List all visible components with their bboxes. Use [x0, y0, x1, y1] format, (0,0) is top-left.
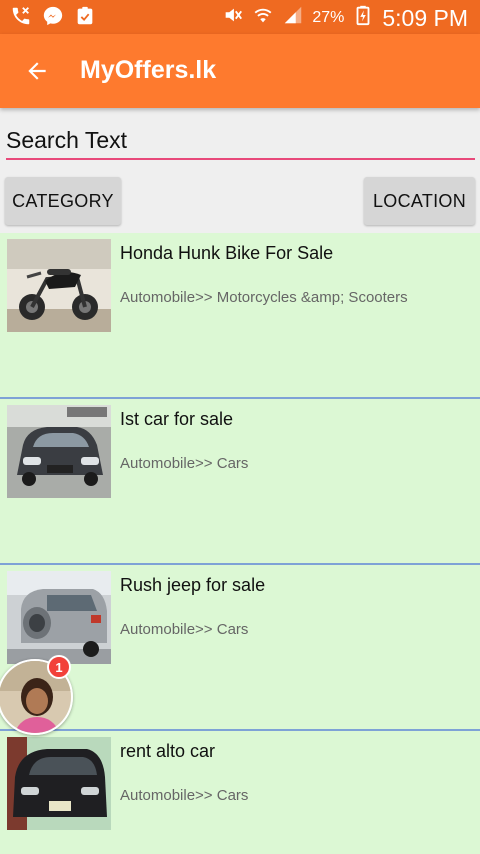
category-button[interactable]: CATEGORY [5, 177, 121, 225]
app-title: MyOffers.lk [80, 56, 217, 84]
list-item[interactable]: Ist car for sale Automobile>> Cars [0, 399, 480, 565]
missed-call-icon [10, 5, 32, 32]
listing-title: Ist car for sale [120, 409, 234, 429]
listing-title: rent alto car [120, 741, 216, 761]
location-button[interactable]: LOCATION [364, 177, 475, 225]
chat-head-bubble[interactable]: 1 [0, 655, 75, 737]
app-bar: MyOffers.lk [0, 34, 480, 108]
offers-list: Honda Hunk Bike For Sale Automobile>> Mo… [0, 233, 480, 854]
search-input[interactable] [6, 118, 475, 158]
listing-thumbnail [7, 571, 111, 664]
listing-thumbnail [7, 239, 111, 332]
listing-thumbnail [7, 405, 111, 498]
status-bar: 27% 5:09 PM [0, 0, 480, 34]
signal-icon [282, 4, 304, 32]
listing-title: Rush jeep for sale [120, 575, 266, 595]
back-arrow-icon[interactable] [24, 58, 50, 84]
search-underline [6, 158, 475, 160]
status-time: 5:09 PM [382, 4, 468, 31]
wifi-icon [252, 4, 274, 32]
listing-category: Automobile>> Cars [120, 455, 249, 472]
battery-percent: 27% [312, 9, 345, 26]
list-item[interactable]: Honda Hunk Bike For Sale Automobile>> Mo… [0, 233, 480, 399]
listing-category: Automobile>> Cars [120, 621, 249, 638]
listing-thumbnail [7, 737, 111, 830]
listing-title: Honda Hunk Bike For Sale [120, 243, 334, 263]
listing-category: Automobile>> Motorcycles &amp; Scooters [120, 289, 408, 306]
notification-badge: 1 [47, 655, 71, 679]
listing-category: Automobile>> Cars [120, 787, 249, 804]
clipboard-check-icon [74, 5, 96, 32]
messenger-icon [42, 5, 64, 32]
system-status: 27% 5:09 PM [222, 4, 468, 32]
list-item[interactable]: rent alto car Automobile>> Cars [0, 731, 480, 854]
search-field-wrapper [6, 118, 475, 160]
battery-charging-icon [352, 4, 374, 32]
notification-icons [10, 5, 96, 32]
mute-icon [222, 4, 244, 32]
